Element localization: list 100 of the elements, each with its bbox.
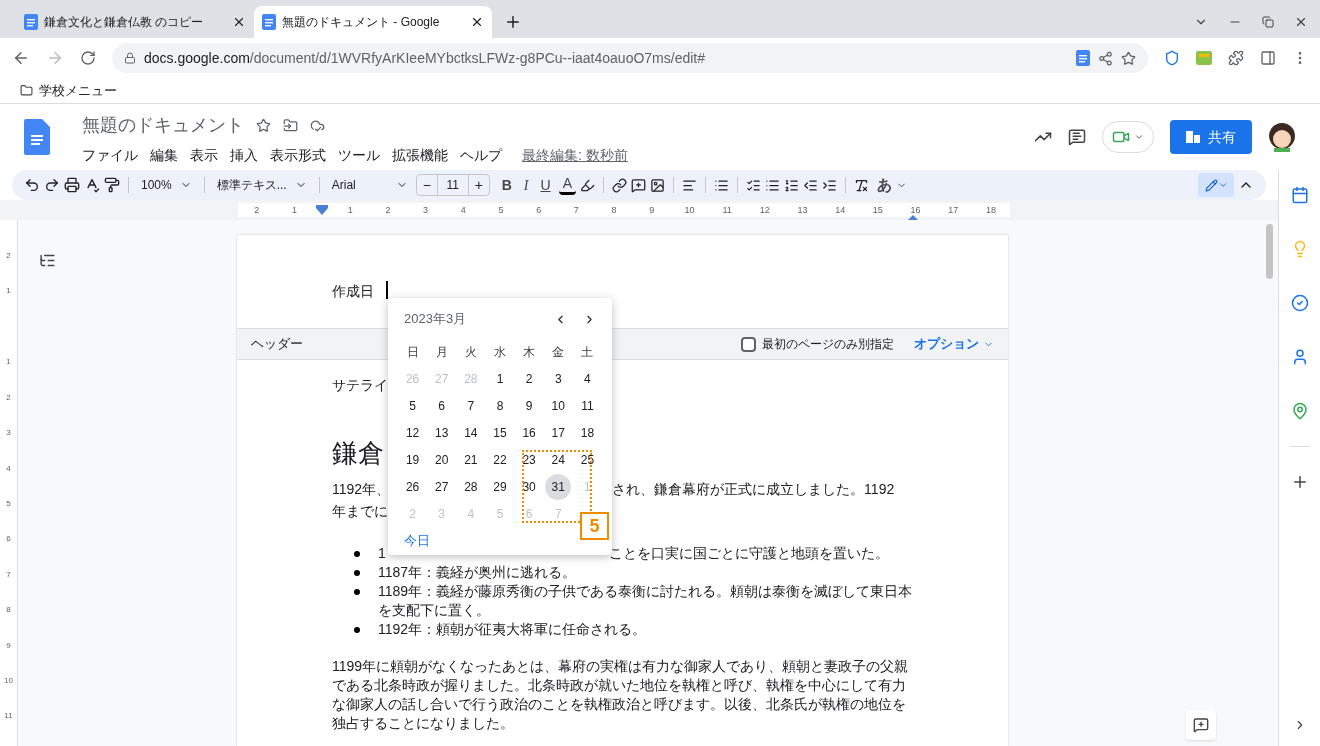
calendar-day[interactable]: 17 xyxy=(545,419,572,446)
highlighter-icon[interactable] xyxy=(580,177,595,193)
docs-logo-icon[interactable] xyxy=(24,119,50,155)
menu-item[interactable]: 拡張機能 xyxy=(392,145,448,166)
print-icon[interactable] xyxy=(64,177,80,193)
italic-button[interactable]: I xyxy=(519,171,533,199)
calendar-day[interactable]: 7 xyxy=(457,392,484,419)
clear-formatting-icon[interactable] xyxy=(854,177,869,193)
calendar-day[interactable]: 9 xyxy=(516,392,543,419)
calendar-day[interactable]: 22 xyxy=(487,446,513,473)
options-dropdown[interactable]: オプション xyxy=(914,334,994,354)
checkbox[interactable] xyxy=(741,336,756,352)
extensions-icon[interactable] xyxy=(1228,50,1244,66)
zoom-dropdown[interactable]: 100% xyxy=(137,176,196,194)
spellcheck-icon[interactable] xyxy=(84,177,100,193)
share-icon[interactable] xyxy=(1098,50,1113,66)
menu-item[interactable]: 表示形式 xyxy=(270,145,326,166)
move-icon[interactable] xyxy=(283,118,298,133)
share-button[interactable]: 共有 xyxy=(1170,120,1252,154)
scrollbar-thumb[interactable] xyxy=(1266,224,1273,279)
align-icon[interactable] xyxy=(682,177,697,193)
editing-mode-button[interactable] xyxy=(1198,173,1234,197)
browser-tab[interactable]: 無題のドキュメント - Google xyxy=(254,6,492,38)
restore-icon[interactable] xyxy=(1262,16,1274,28)
calendar-day[interactable]: 30 xyxy=(516,473,543,500)
calendar-day[interactable]: 4 xyxy=(574,365,601,392)
close-icon[interactable] xyxy=(470,15,484,29)
calendar-day[interactable]: 10 xyxy=(545,392,572,419)
font-size-field[interactable]: 11 xyxy=(436,175,469,195)
outline-icon[interactable] xyxy=(39,252,56,269)
shield-icon[interactable] xyxy=(1164,50,1180,66)
input-tools-button[interactable]: あ xyxy=(873,171,911,199)
star-icon[interactable] xyxy=(1121,50,1136,66)
calendar-day[interactable]: 20 xyxy=(428,446,455,473)
calendar-day[interactable]: 18 xyxy=(574,419,601,446)
checklist-icon[interactable] xyxy=(746,177,761,193)
increase-indent-icon[interactable] xyxy=(822,177,837,193)
calendar-day[interactable]: 28 xyxy=(457,473,484,500)
style-dropdown[interactable]: 標準テキス... xyxy=(212,176,311,194)
underline-button[interactable]: U xyxy=(536,171,555,199)
calendar-day[interactable]: 24 xyxy=(545,446,572,473)
star-icon[interactable] xyxy=(256,118,271,133)
link-icon[interactable] xyxy=(612,177,627,193)
calendar-day[interactable]: 27 xyxy=(428,473,455,500)
image-icon[interactable] xyxy=(650,177,665,193)
calendar-day[interactable]: 8 xyxy=(487,392,513,419)
numbered-list-icon[interactable] xyxy=(784,177,799,193)
menu-item[interactable]: 表示 xyxy=(190,145,218,166)
new-tab-icon[interactable] xyxy=(504,13,522,31)
calendar-day[interactable]: 2 xyxy=(516,365,543,392)
calendar-day[interactable]: 26 xyxy=(399,473,426,500)
add-comment-icon[interactable] xyxy=(631,177,646,193)
calendar-day[interactable]: 13 xyxy=(428,419,455,446)
comment-icon[interactable] xyxy=(1068,128,1086,146)
calendar-day[interactable]: 12 xyxy=(399,419,426,446)
menu-item[interactable]: ファイル xyxy=(82,145,138,166)
calendar-day[interactable]: 1 xyxy=(487,365,513,392)
close-icon[interactable] xyxy=(232,15,246,29)
decrease-indent-icon[interactable] xyxy=(803,177,818,193)
calendar-day[interactable]: 14 xyxy=(457,419,484,446)
undo-icon[interactable] xyxy=(24,177,40,193)
back-icon[interactable] xyxy=(12,49,30,67)
menu-item[interactable]: ツール xyxy=(338,145,380,166)
increase-font-button[interactable]: + xyxy=(468,174,489,196)
last-edit-link[interactable]: 最終編集: 数秒前 xyxy=(522,145,628,166)
redo-icon[interactable] xyxy=(44,177,60,193)
map-pin-icon[interactable] xyxy=(1290,402,1309,420)
calendar-day[interactable]: 6 xyxy=(428,392,455,419)
decrease-font-button[interactable]: − xyxy=(416,174,437,196)
calendar-day[interactable]: 11 xyxy=(574,392,601,419)
bookmark-folder[interactable]: 学校メニュー xyxy=(20,80,117,101)
calendar-day[interactable]: 21 xyxy=(457,446,484,473)
menu-item[interactable]: 編集 xyxy=(150,145,178,166)
paint-format-icon[interactable] xyxy=(104,177,120,193)
bulleted-list-icon[interactable] xyxy=(765,177,780,193)
font-dropdown[interactable]: Arial xyxy=(327,176,412,194)
calendar-day[interactable]: 29 xyxy=(487,473,513,500)
calendar-icon[interactable] xyxy=(1290,186,1309,204)
menu-item[interactable]: 挿入 xyxy=(230,145,258,166)
reload-icon[interactable] xyxy=(80,50,96,66)
side-panel-icon[interactable] xyxy=(1260,50,1276,66)
bold-button[interactable]: B xyxy=(497,171,516,199)
calendar-day[interactable]: 16 xyxy=(516,419,543,446)
menu-item[interactable]: ヘルプ xyxy=(460,145,502,166)
browser-tab[interactable]: 鎌倉文化と鎌倉仏教 のコピー xyxy=(16,6,254,38)
calendar-day[interactable]: 23 xyxy=(516,446,543,473)
calendar-day[interactable]: 3 xyxy=(545,365,572,392)
tasks-icon[interactable] xyxy=(1290,294,1309,312)
calendar-day[interactable]: 25 xyxy=(574,446,601,473)
indent-marker-icon[interactable] xyxy=(316,205,329,215)
calendar-day[interactable]: 5 xyxy=(399,392,426,419)
calendar-day[interactable]: 19 xyxy=(399,446,426,473)
address-field[interactable]: docs.google.com/document/d/1WVRfyArKIeeMYbctksLFWz-g8PCu--iaat4oauoO7ms/edit# xyxy=(112,43,1148,73)
cloud-check-icon[interactable] xyxy=(310,118,325,133)
text-color-button[interactable]: A xyxy=(558,175,576,195)
close-icon[interactable] xyxy=(1294,15,1308,29)
avatar-icon[interactable] xyxy=(1268,122,1296,152)
document-title[interactable]: 無題のドキュメント xyxy=(82,112,244,139)
calendar-day[interactable]: 15 xyxy=(487,419,513,446)
explore-button[interactable] xyxy=(1186,710,1216,740)
